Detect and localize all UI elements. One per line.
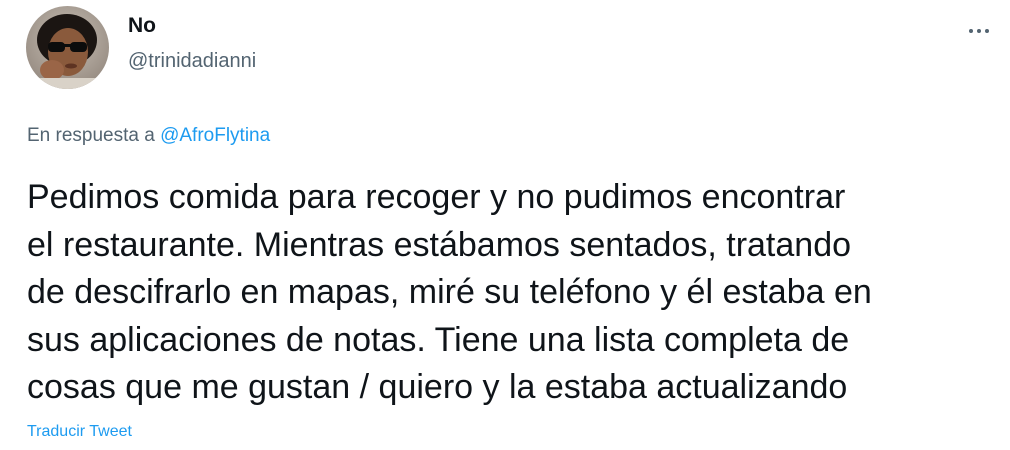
tweet-text-line: de descifrarlo en mapas, miré su teléfon… — [27, 273, 872, 311]
reply-prefix: En respuesta a — [27, 125, 155, 146]
tweet-text-line: el restaurante. Mientras estábamos senta… — [27, 225, 852, 264]
profile-photo-icon — [26, 6, 109, 89]
tweet-header: No @trinidadianni — [128, 14, 256, 73]
tweet-text-line: sus aplicaciones de notas. Tiene una lis… — [27, 320, 850, 359]
reply-context: En respuesta a @AfroFlytina — [27, 124, 270, 148]
user-handle[interactable]: @trinidadianni — [128, 49, 256, 73]
tweet-card: No @trinidadianni En respuesta a @AfroFl… — [0, 0, 1010, 450]
more-horizontal-icon — [969, 29, 989, 33]
more-options-button[interactable] — [962, 14, 996, 48]
display-name[interactable]: No — [128, 14, 256, 38]
translate-tweet-link[interactable]: Traducir Tweet — [27, 422, 132, 442]
tweet-text-line: cosas que me gustan / quiero y la estaba… — [27, 368, 848, 406]
avatar[interactable] — [26, 6, 109, 89]
reply-mention-link[interactable]: @AfroFlytina — [160, 125, 270, 146]
tweet-text-line: Pedimos comida para recoger y no pudimos… — [27, 178, 846, 216]
tweet-text: Pedimos comida para recoger y no pudimos… — [27, 174, 1002, 412]
